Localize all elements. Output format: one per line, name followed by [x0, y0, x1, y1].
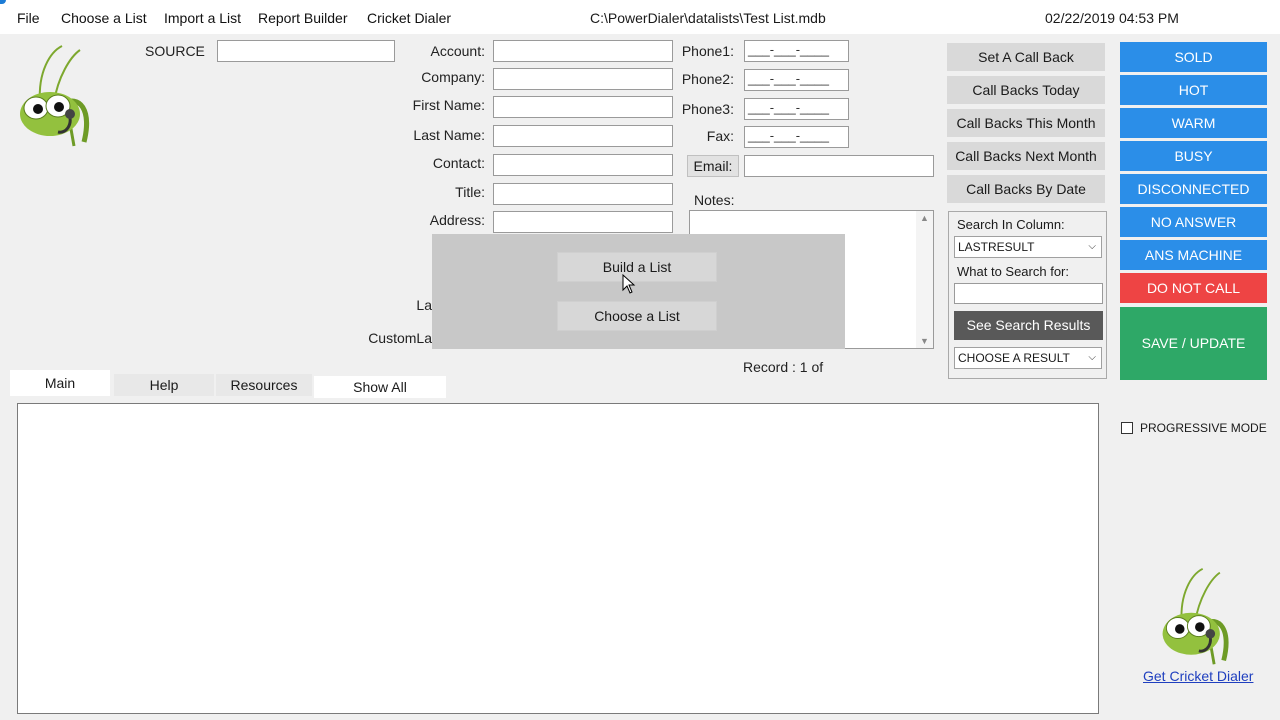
search-panel: Search In Column: LASTRESULT ⌵ What to S…: [948, 211, 1107, 379]
menu-file[interactable]: File: [17, 10, 40, 26]
scroll-down-icon[interactable]: ▼: [920, 336, 929, 346]
get-cricket-dialer-link[interactable]: Get Cricket Dialer: [1143, 668, 1253, 684]
company-input[interactable]: [493, 68, 673, 90]
busy-button[interactable]: BUSY: [1120, 141, 1267, 171]
fax-input[interactable]: ___-___-____: [744, 126, 849, 148]
email-button[interactable]: Email:: [687, 155, 739, 177]
choose-result-value: CHOOSE A RESULT: [958, 351, 1070, 365]
tab-show-all[interactable]: Show All: [314, 376, 446, 398]
window-edge: [0, 0, 6, 4]
disconnected-button[interactable]: DISCONNECTED: [1120, 174, 1267, 204]
menu-import-list[interactable]: Import a List: [164, 10, 241, 26]
hot-button[interactable]: HOT: [1120, 75, 1267, 105]
last-name-input[interactable]: [493, 125, 673, 147]
notes-scrollbar[interactable]: ▲ ▼: [916, 211, 933, 348]
ans-machine-button[interactable]: ANS MACHINE: [1120, 240, 1267, 270]
menu-report-builder[interactable]: Report Builder: [258, 10, 348, 26]
phone1-input[interactable]: ___-___-____: [744, 40, 849, 62]
fax-label: Fax:: [706, 128, 734, 144]
email-input[interactable]: [744, 155, 934, 177]
search-text-input[interactable]: [954, 283, 1103, 304]
contact-input[interactable]: [493, 154, 673, 176]
do-not-call-button[interactable]: DO NOT CALL: [1120, 273, 1267, 303]
chevron-down-icon: ⌵: [1088, 352, 1096, 363]
tab-help[interactable]: Help: [114, 374, 214, 396]
set-call-back-button[interactable]: Set A Call Back: [947, 43, 1105, 71]
phone2-input[interactable]: ___-___-____: [744, 69, 849, 91]
call-backs-today-button[interactable]: Call Backs Today: [947, 76, 1105, 104]
source-label: SOURCE: [145, 43, 205, 59]
search-column-label: Search In Column:: [957, 217, 1065, 232]
phone3-label: Phone3:: [681, 101, 734, 117]
source-input[interactable]: [217, 40, 395, 62]
la-label: La: [416, 297, 432, 313]
call-backs-this-month-button[interactable]: Call Backs This Month: [947, 109, 1105, 137]
sold-button[interactable]: SOLD: [1120, 42, 1267, 72]
cricket-logo-icon: [1162, 567, 1229, 665]
date-time: 02/22/2019 04:53 PM: [1045, 10, 1179, 26]
mouse-cursor-icon: [622, 274, 636, 294]
first-name-input[interactable]: [493, 96, 673, 118]
title-label: Title:: [455, 184, 485, 200]
save-update-button[interactable]: SAVE / UPDATE: [1120, 307, 1267, 380]
menu-bar: File Choose a List Import a List Report …: [0, 0, 1280, 34]
search-column-select[interactable]: LASTRESULT ⌵: [954, 236, 1102, 258]
cricket-logo-icon: [20, 45, 90, 147]
call-backs-next-month-button[interactable]: Call Backs Next Month: [947, 142, 1105, 170]
main-content-panel: [17, 403, 1099, 714]
database-path: C:\PowerDialer\datalists\Test List.mdb: [590, 10, 826, 26]
notes-label: Notes:: [694, 192, 735, 208]
menu-choose-list[interactable]: Choose a List: [61, 10, 147, 26]
menu-cricket-dialer[interactable]: Cricket Dialer: [367, 10, 451, 26]
build-list-button[interactable]: Build a List: [557, 252, 717, 282]
scroll-up-icon[interactable]: ▲: [920, 213, 929, 223]
choose-result-select[interactable]: CHOOSE A RESULT ⌵: [954, 347, 1102, 369]
phone3-input[interactable]: ___-___-____: [744, 98, 849, 120]
see-search-results-button[interactable]: See Search Results: [954, 311, 1103, 340]
list-chooser-overlay: Build a List Choose a List: [432, 234, 845, 349]
search-column-value: LASTRESULT: [958, 240, 1035, 254]
address-label: Address:: [429, 212, 485, 228]
warm-button[interactable]: WARM: [1120, 108, 1267, 138]
phone2-label: Phone2:: [681, 71, 734, 87]
chevron-down-icon: ⌵: [1088, 241, 1096, 252]
address-input[interactable]: [493, 211, 673, 233]
search-what-label: What to Search for:: [957, 264, 1069, 279]
tab-main[interactable]: Main: [10, 370, 110, 396]
phone1-label: Phone1:: [681, 43, 734, 59]
progressive-mode-label: PROGRESSIVE MODE: [1140, 421, 1267, 435]
choose-list-button[interactable]: Choose a List: [557, 301, 717, 331]
account-label: Account:: [430, 43, 485, 59]
company-label: Company:: [421, 69, 485, 85]
progressive-mode-checkbox[interactable]: [1121, 422, 1133, 434]
first-name-label: First Name:: [412, 97, 485, 113]
record-counter: Record : 1 of: [743, 359, 824, 375]
no-answer-button[interactable]: NO ANSWER: [1120, 207, 1267, 237]
call-backs-by-date-button[interactable]: Call Backs By Date: [947, 175, 1105, 203]
contact-label: Contact:: [432, 155, 485, 171]
customla-label: CustomLa: [368, 330, 432, 346]
last-name-label: Last Name:: [413, 127, 485, 143]
title-input[interactable]: [493, 183, 673, 205]
account-input[interactable]: [493, 40, 673, 62]
tab-resources[interactable]: Resources: [216, 374, 312, 396]
